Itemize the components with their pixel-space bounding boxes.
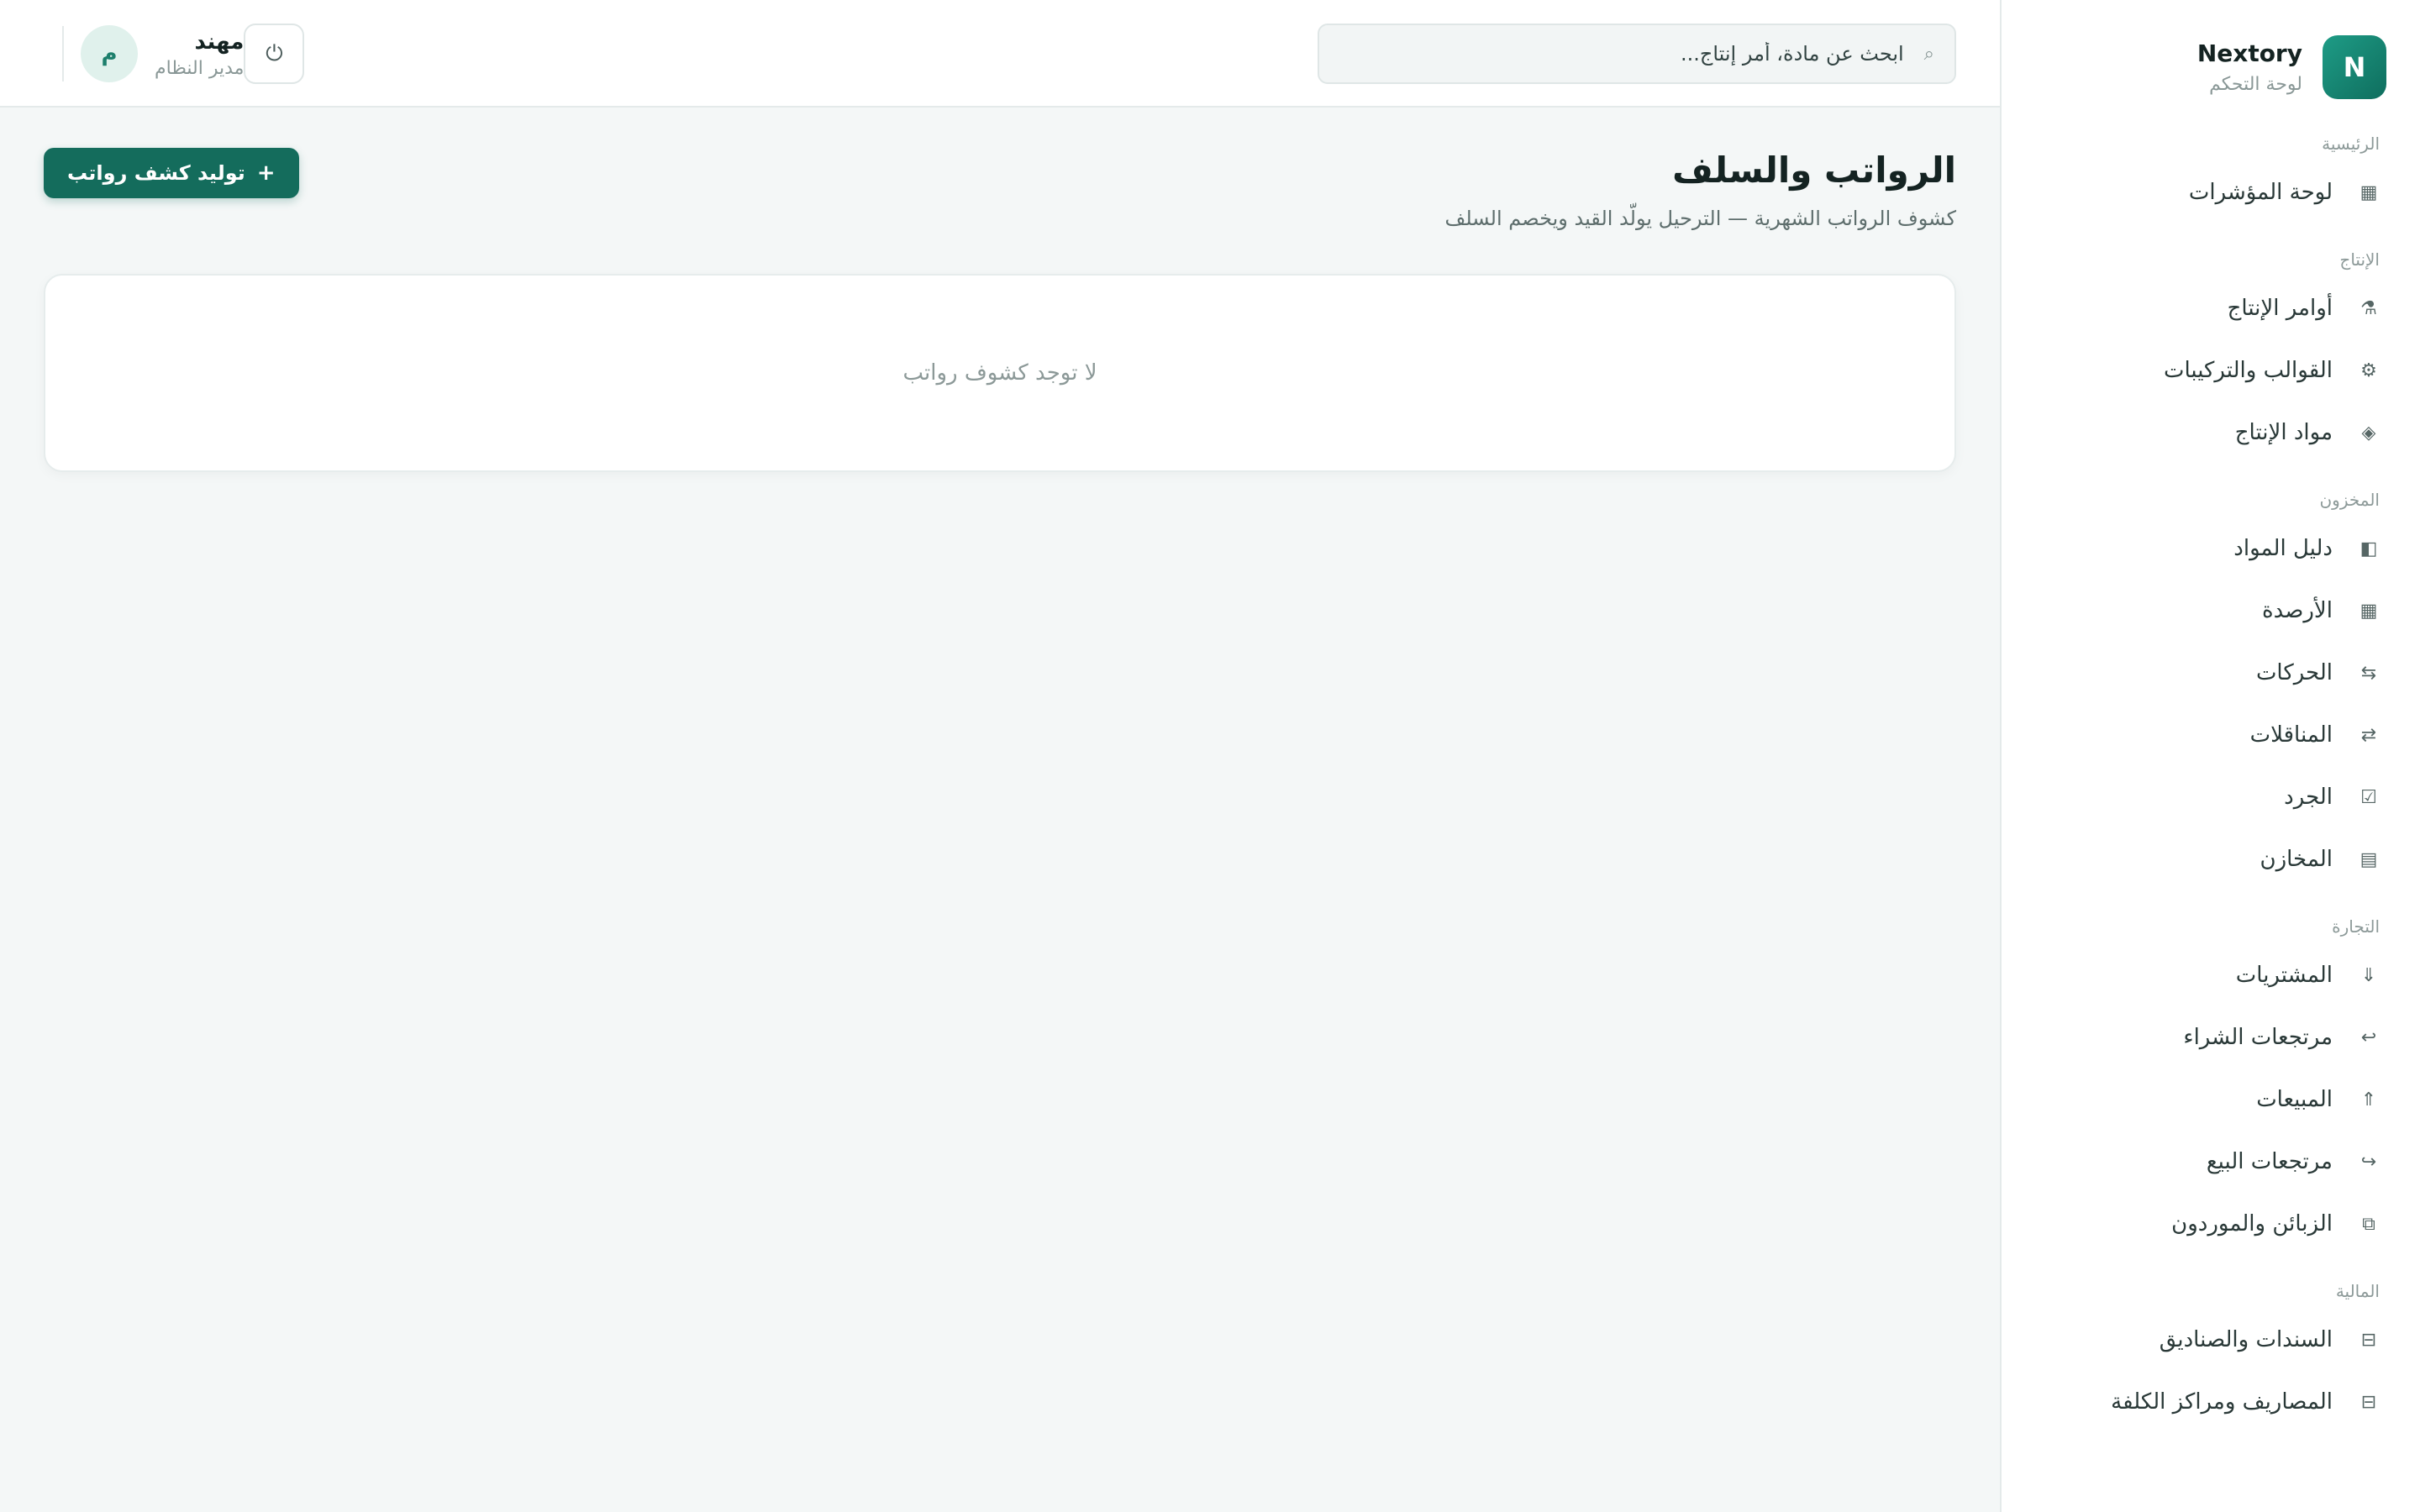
brand-subtitle: لوحة التحكم (2209, 74, 2302, 95)
sidebar-item-label: المشتريات (2235, 963, 2333, 988)
sidebar-item[interactable]: ⇓ المشتريات (2002, 944, 2420, 1006)
transfer-icon: ⇄ (2360, 724, 2377, 746)
generate-payroll-label: توليد كشف رواتب (67, 161, 245, 185)
user-area: ⏻ مهند مدير النظام م (44, 24, 305, 84)
sidebar-item[interactable]: ↪ مرتجعات البيع (2002, 1131, 2420, 1193)
sidebar-item-label: الزبائن والموردون (2171, 1211, 2333, 1236)
sidebar-item-label: القوالب والتركيبات (2163, 358, 2333, 383)
nav-section-title: الرئيسية (2322, 134, 2380, 154)
topbar: ⌕ ⏻ مهند مدير النظام م (0, 0, 2000, 108)
sidebar-item[interactable]: ◈ مواد الإنتاج (2002, 402, 2420, 464)
avatar[interactable]: م (81, 25, 138, 82)
sidebar-item[interactable]: ☑ الجرد (2002, 766, 2420, 828)
sales-return-icon: ↪ (2360, 1151, 2377, 1173)
user-name: مهند (194, 29, 245, 55)
dashboard-grid-icon: ▦ (2360, 181, 2378, 203)
sidebar-item-label: مواد الإنتاج (2234, 420, 2333, 445)
movements-icon: ⇆ (2360, 662, 2377, 684)
sidebar-item-label: مرتجعات البيع (2206, 1149, 2333, 1174)
purchase-arrow-icon: ⇓ (2360, 964, 2377, 986)
sidebar-item[interactable]: ⊟ المصاريف ومراكز الكلفة (2002, 1371, 2420, 1433)
sidebar-item-label: لوحة المؤشرات (2188, 180, 2333, 205)
divider (62, 26, 64, 81)
sidebar-item-label: الحركات (2255, 660, 2333, 685)
page-subtitle: كشوف الرواتب الشهرية — الترحيل يولّد الق… (1444, 207, 1956, 230)
sidebar-item[interactable]: ⇆ الحركات (2002, 642, 2420, 704)
sidebar-item-label: مرتجعات الشراء (2183, 1025, 2333, 1050)
brand-text: Nextory لوحة التحكم (2197, 39, 2302, 95)
diamond-icon: ◈ (2361, 422, 2376, 444)
sidebar-nav: الرئيسية ▦ لوحة المؤشرات الإنتاج ⚗ أوامر الإن… (2002, 131, 2420, 1433)
expenses-icon: ⊟ (2360, 1391, 2377, 1413)
sidebar-item-label: أوامر الإنتاج (2227, 296, 2333, 321)
cashbox-icon: ⊟ (2360, 1329, 2377, 1351)
warehouse-icon: ▤ (2360, 848, 2378, 870)
sidebar-item-label: المناقلات (2249, 722, 2333, 748)
empty-state-message: لا توجد كشوف رواتب (902, 360, 1097, 386)
nav-section-title: التجارة (2332, 916, 2380, 937)
brand[interactable]: N Nextory لوحة التحكم (2002, 34, 2420, 101)
search-input[interactable] (1339, 42, 1904, 66)
sidebar-item[interactable]: ▤ المخازن (2002, 828, 2420, 890)
sidebar-item[interactable]: ↩ مرتجعات الشراء (2002, 1006, 2420, 1068)
brand-name: Nextory (2196, 39, 2302, 67)
sidebar-item[interactable]: ⧉ الزبائن والموردون (2002, 1193, 2420, 1255)
payroll-list-card: لا توجد كشوف رواتب (44, 274, 1956, 472)
catalog-icon: ◧ (2360, 538, 2378, 559)
sidebar-item[interactable]: ▦ لوحة المؤشرات (2002, 161, 2420, 223)
return-arrow-icon: ↩ (2360, 1026, 2377, 1048)
production-order-icon: ⚗ (2360, 297, 2377, 319)
sidebar-item-label: الجرد (2284, 785, 2333, 810)
generate-payroll-button[interactable]: + توليد كشف رواتب (44, 148, 299, 198)
nav-section-title: المالية (2335, 1281, 2380, 1301)
sidebar-item-label: المخازن (2260, 847, 2333, 872)
nav-section-title: المخزون (2319, 490, 2380, 510)
sidebar-item[interactable]: ◧ دليل المواد (2002, 517, 2420, 580)
logout-button[interactable]: ⏻ (244, 24, 305, 84)
search-icon: ⌕ (1923, 43, 1934, 65)
sidebar-item-label: المبيعات (2256, 1087, 2333, 1112)
sales-arrow-icon: ⇑ (2360, 1089, 2377, 1110)
gear-icon: ⚙ (2360, 360, 2377, 381)
grid-icon: ▦ (2360, 600, 2378, 622)
checkbox-icon: ☑ (2360, 786, 2377, 808)
page-title: الرواتب والسلف (1672, 150, 1956, 191)
sidebar-item[interactable]: ⚗ أوامر الإنتاج (2002, 277, 2420, 339)
sidebar-item-label: المصاريف ومراكز الكلفة (2111, 1389, 2333, 1415)
sidebar: N Nextory لوحة التحكم الرئيسية ▦ لوحة المؤ… (2000, 0, 2420, 1512)
brand-logo-icon: N (2323, 35, 2386, 99)
nav-section-title: الإنتاج (2339, 249, 2380, 270)
power-icon: ⏻ (266, 40, 283, 66)
user-info: مهند مدير النظام (155, 29, 244, 79)
sidebar-item[interactable]: ⚙ القوالب والتركيبات (2002, 339, 2420, 402)
sidebar-item-label: دليل المواد (2233, 536, 2333, 561)
user-role: مدير النظام (155, 57, 245, 79)
contacts-icon: ⧉ (2362, 1213, 2375, 1235)
sidebar-item[interactable]: ⊟ السندات والصناديق (2002, 1309, 2420, 1371)
sidebar-item-label: الأرصدة (2262, 598, 2333, 623)
sidebar-item[interactable]: ▦ الأرصدة (2002, 580, 2420, 642)
sidebar-item[interactable]: ⇑ المبيعات (2002, 1068, 2420, 1131)
search-box[interactable]: ⌕ (1318, 24, 1956, 84)
plus-icon: + (256, 160, 276, 186)
sidebar-item[interactable]: ⇄ المناقلات (2002, 704, 2420, 766)
sidebar-item-label: السندات والصناديق (2159, 1327, 2333, 1352)
main-content: الرواتب والسلف كشوف الرواتب الشهرية — ال… (0, 108, 2000, 1512)
